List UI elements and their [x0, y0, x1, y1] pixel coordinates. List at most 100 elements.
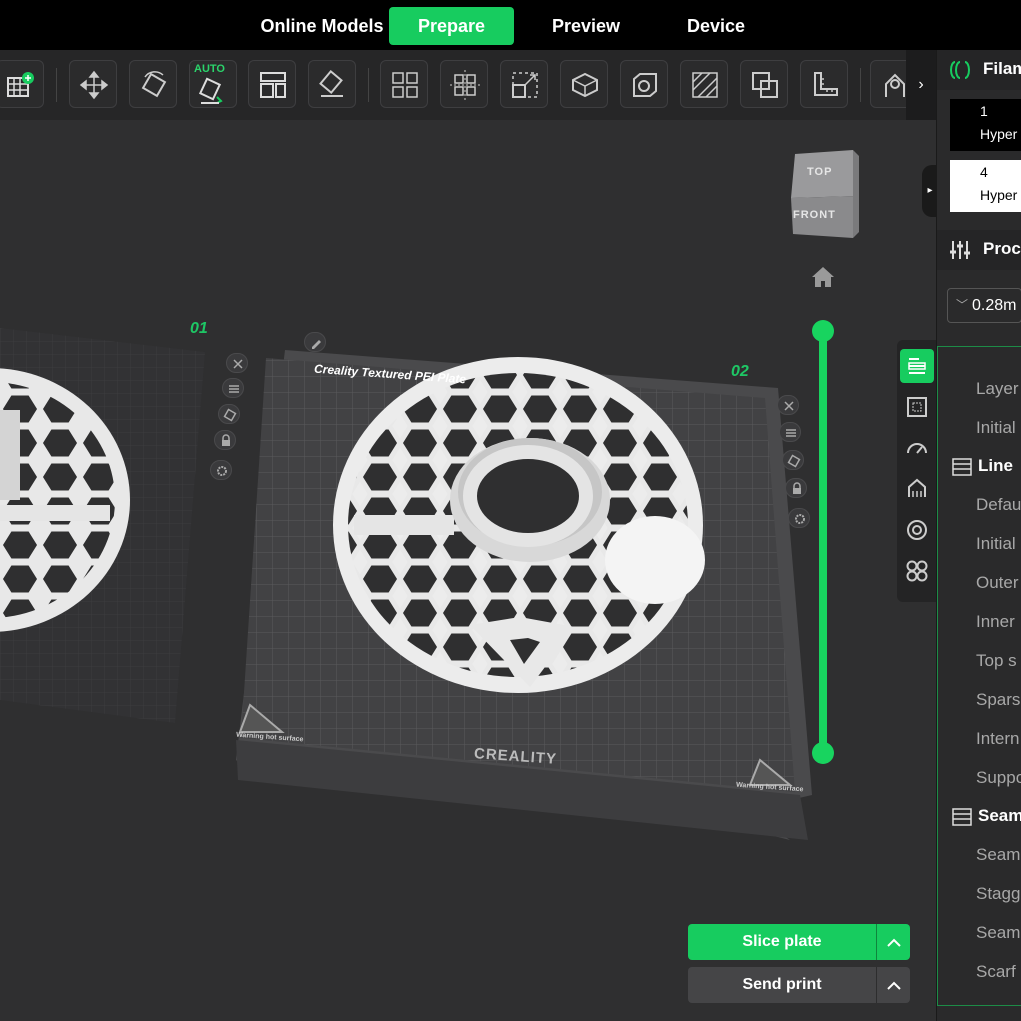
boolean-button[interactable]	[740, 60, 788, 108]
settings-item-label: Top s	[976, 651, 1017, 670]
tab-preview[interactable]: Preview	[526, 7, 646, 45]
settings-item[interactable]: Initial	[976, 534, 1016, 554]
category-support-button[interactable]	[900, 472, 934, 506]
filament-section-header[interactable]: Filam	[937, 50, 1021, 90]
settings-item[interactable]: Initial	[976, 418, 1016, 438]
process-settings-list[interactable]: Layer Initial Line Defau Initial Outer Inner To…	[937, 346, 1021, 1006]
filament-slot-4[interactable]: 4 Hyper	[950, 160, 1021, 212]
cut-button[interactable]	[560, 60, 608, 108]
gear-icon	[217, 466, 227, 476]
send-options-button[interactable]	[876, 967, 910, 1003]
plate-01-arrange-button[interactable]	[222, 378, 244, 398]
toolbar-divider	[860, 68, 861, 102]
settings-item-label: Seam	[978, 806, 1021, 825]
list-icon	[786, 429, 796, 437]
plate-01-lock-button[interactable]	[214, 430, 236, 450]
expand-toolbar-button[interactable]: ›	[906, 50, 936, 120]
filament-header-label: Filam	[983, 59, 1021, 78]
process-section-header[interactable]: Proc	[937, 230, 1021, 270]
plate-02-arrange-button[interactable]	[779, 422, 801, 442]
add-plate-icon	[7, 72, 34, 97]
settings-item-label: Intern	[976, 729, 1020, 748]
split-parts-icon	[450, 70, 480, 100]
plate-01-delete-button[interactable]	[226, 353, 248, 373]
arrange-button[interactable]	[248, 60, 296, 108]
add-plate-button[interactable]	[0, 60, 44, 108]
plate-02-edit-button[interactable]	[304, 332, 326, 352]
filament-number: 4	[980, 164, 988, 180]
settings-item[interactable]: Suppo	[976, 768, 1021, 788]
strength-icon	[907, 397, 927, 417]
gear-icon	[795, 514, 805, 524]
settings-item[interactable]: Outer	[976, 573, 1019, 593]
layer-slider-bottom-handle[interactable]	[812, 742, 834, 764]
send-print-label[interactable]: Send print	[688, 967, 876, 1003]
tab-prepare[interactable]: Prepare	[389, 7, 514, 45]
scale-icon	[512, 72, 538, 98]
category-multimaterial-button[interactable]	[900, 513, 934, 547]
settings-item[interactable]: Intern	[976, 729, 1019, 749]
auto-orient-button[interactable]: AUTO	[189, 60, 237, 108]
3d-viewport[interactable]: 01 02 Creality Textured PEI Plate CREALI…	[0, 120, 936, 1021]
scale-button[interactable]	[500, 60, 548, 108]
lay-on-face-button[interactable]	[308, 60, 356, 108]
settings-group-header[interactable]: Seam	[952, 806, 1021, 827]
plate-01-settings-button[interactable]	[210, 460, 232, 480]
settings-group-header[interactable]: Line	[952, 456, 1013, 477]
edit-icon	[312, 340, 321, 349]
settings-item[interactable]: Stagg	[976, 884, 1020, 904]
settings-item[interactable]: Scarf	[976, 962, 1016, 982]
chevron-down-icon: ﹀	[956, 298, 969, 312]
settings-item[interactable]: Defau	[976, 495, 1021, 515]
support-paint-button[interactable]	[680, 60, 728, 108]
settings-item[interactable]: Spars	[976, 690, 1020, 710]
filament-slot-1[interactable]: 1 Hyper	[950, 99, 1021, 151]
slice-plate-button[interactable]: Slice plate	[688, 924, 910, 960]
settings-item-label: Initial	[976, 418, 1016, 437]
settings-item[interactable]: Top s	[976, 651, 1017, 671]
view-cube[interactable]: TOP FRONT	[787, 146, 859, 240]
settings-item[interactable]: Seam	[976, 845, 1020, 865]
layer-slider-top-handle[interactable]	[812, 320, 834, 342]
split-parts-button[interactable]	[440, 60, 488, 108]
category-others-button[interactable]	[900, 554, 934, 588]
lock-icon	[222, 434, 230, 446]
group-icon	[952, 457, 972, 476]
rotate-button[interactable]	[129, 60, 177, 108]
settings-item-label: Seam	[976, 923, 1021, 942]
support-paint-icon	[692, 72, 718, 98]
plate-02-lock-button[interactable]	[785, 478, 807, 498]
settings-item[interactable]: Inner	[976, 612, 1015, 632]
settings-item[interactable]: Layer	[976, 379, 1019, 399]
plate-02-orient-button[interactable]	[782, 450, 804, 470]
move-button[interactable]	[69, 60, 117, 108]
measure-button[interactable]	[800, 60, 848, 108]
send-print-button[interactable]: Send print	[688, 967, 910, 1003]
plate-02-settings-button[interactable]	[788, 508, 810, 528]
home-icon[interactable]	[810, 264, 836, 290]
category-strength-button[interactable]	[900, 390, 934, 424]
speed-icon	[907, 443, 927, 454]
category-quality-button[interactable]	[900, 349, 934, 383]
split-objects-button[interactable]	[380, 60, 428, 108]
category-speed-button[interactable]	[900, 431, 934, 465]
chevron-up-icon	[887, 938, 901, 947]
layer-height-select[interactable]: ﹀ 0.28m	[947, 288, 1021, 323]
tab-device[interactable]: Device	[660, 7, 772, 45]
toolbar-divider	[56, 68, 57, 102]
tab-online-models[interactable]: Online Models	[253, 7, 391, 45]
orient-icon	[787, 454, 801, 468]
close-icon	[233, 359, 243, 369]
slice-options-button[interactable]	[876, 924, 910, 960]
view-cube-top[interactable]: TOP	[807, 166, 832, 178]
plate-02-delete-button[interactable]	[777, 395, 799, 415]
group-icon	[952, 807, 972, 826]
layer-slider-track[interactable]	[819, 330, 827, 752]
close-icon	[784, 401, 794, 411]
hollow-button[interactable]	[620, 60, 668, 108]
slice-plate-label[interactable]: Slice plate	[688, 924, 876, 960]
view-cube-front[interactable]: FRONT	[793, 209, 836, 221]
settings-item-label: Layer	[976, 379, 1019, 398]
settings-item[interactable]: Seam	[976, 923, 1020, 943]
plate-01-orient-button[interactable]	[218, 404, 240, 424]
